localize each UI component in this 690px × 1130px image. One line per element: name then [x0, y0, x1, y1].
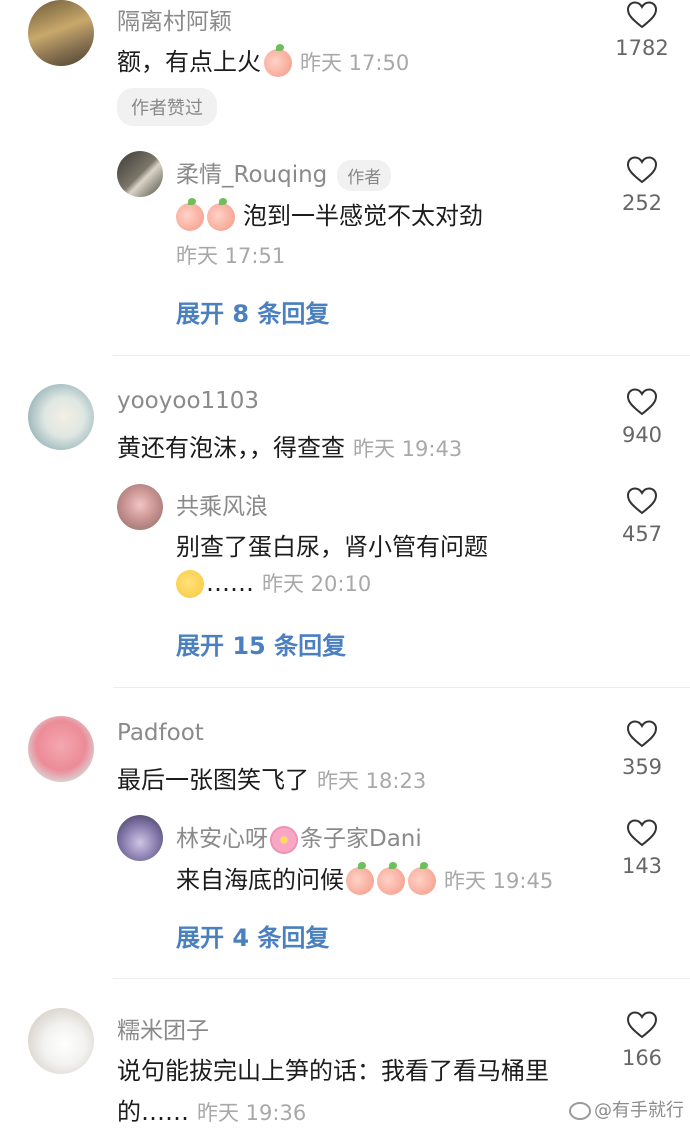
- reply-body: 来自海底的问候: [176, 866, 344, 894]
- peach-emoji-icon: [264, 44, 292, 77]
- like-button[interactable]: 166: [602, 1010, 682, 1070]
- avatar[interactable]: [28, 716, 94, 782]
- reply-username: 林安心呀 条子家Dani: [176, 819, 422, 854]
- crying-peach-emoji-icon: [408, 862, 436, 895]
- like-count: 166: [621, 1046, 663, 1070]
- avatar[interactable]: [117, 815, 163, 861]
- expand-replies-link[interactable]: 展开 8 条回复: [176, 294, 329, 329]
- avatar[interactable]: [117, 151, 163, 197]
- avatar[interactable]: [28, 0, 94, 66]
- comment-username[interactable]: Padfoot: [117, 720, 204, 746]
- heart-icon: [626, 819, 658, 847]
- divider: [113, 355, 690, 356]
- comment-time: 昨天 19:43: [353, 437, 463, 461]
- comment-text: 黄还有泡沫，，得查查 昨天 19:43: [117, 428, 462, 463]
- reply-time: 昨天 20:10: [262, 572, 372, 596]
- comment-username[interactable]: yooyoo1103: [117, 388, 259, 414]
- like-count: 457: [621, 522, 663, 546]
- crying-peach-emoji-icon: [176, 198, 204, 231]
- heart-icon: [626, 1011, 658, 1039]
- divider: [113, 687, 690, 688]
- comment-username[interactable]: 糯米团子: [117, 1011, 209, 1045]
- expand-replies-link[interactable]: 展开 15 条回复: [176, 626, 346, 661]
- avatar[interactable]: [117, 484, 163, 530]
- comment-text: 最后一张图笑飞了 昨天 18:23: [117, 760, 426, 795]
- heart-icon: [626, 156, 658, 184]
- crying-peach-emoji-icon: [377, 862, 405, 895]
- comment-username[interactable]: 隔离村阿颖: [117, 2, 232, 36]
- like-button[interactable]: 143: [602, 818, 682, 878]
- like-button[interactable]: 457: [602, 486, 682, 546]
- comment-time: 昨天 18:23: [317, 769, 427, 793]
- weibo-logo-icon: [569, 1102, 591, 1120]
- like-button[interactable]: 1782: [602, 0, 682, 60]
- author-liked-badge: 作者赞过: [117, 88, 217, 126]
- watermark-text: @有手就行: [594, 1100, 684, 1121]
- avatar[interactable]: [28, 1008, 94, 1074]
- author-tag: 作者: [337, 160, 392, 191]
- expand-replies-link[interactable]: 展开 4 条回复: [176, 918, 329, 953]
- comment-time: 昨天 19:36: [197, 1101, 307, 1125]
- like-button[interactable]: 359: [602, 719, 682, 779]
- heart-icon: [626, 388, 658, 416]
- reply-body: 泡到一半感觉不太对劲: [243, 202, 483, 230]
- divider: [113, 978, 690, 979]
- like-button[interactable]: 252: [602, 155, 682, 215]
- comment-time: 昨天 17:50: [300, 51, 410, 75]
- reply-time: 昨天 19:45: [444, 869, 554, 893]
- like-button[interactable]: 940: [602, 387, 682, 447]
- avatar[interactable]: [28, 384, 94, 450]
- comment-body-cont: 的……: [117, 1098, 189, 1126]
- like-count: 940: [621, 423, 663, 447]
- heart-icon: [626, 720, 658, 748]
- comment-body: 黄还有泡沫，，得查查: [117, 434, 345, 462]
- like-count: 359: [621, 755, 663, 779]
- reply-text-line2: …… 昨天 20:10: [176, 568, 371, 598]
- like-count: 143: [621, 854, 663, 878]
- reply-text: 来自海底的问候 昨天 19:45: [176, 860, 553, 895]
- heart-icon: [626, 487, 658, 515]
- reply-body-cont: ……: [206, 569, 254, 597]
- crying-peach-emoji-icon: [346, 862, 374, 895]
- reply-username-part1[interactable]: 林安心呀: [176, 826, 268, 852]
- reply-username-part2[interactable]: 条子家Dani: [300, 826, 422, 852]
- comment-body: 最后一张图笑飞了: [117, 766, 309, 794]
- crying-peach-emoji-icon: [207, 198, 235, 231]
- reply-time: 昨天 17:51: [176, 244, 286, 268]
- reply-text-line1: 别查了蛋白尿，肾小管有问题: [176, 533, 488, 561]
- comment-body: 额，有点上火: [117, 48, 261, 76]
- reply-username-text[interactable]: 柔情_Rouqing: [176, 162, 327, 188]
- comment-text-line1: 说句能拔完山上笋的话：我看了看马桶里: [117, 1057, 549, 1085]
- watermark: @有手就行: [569, 1096, 684, 1122]
- comment-text-line2: 的…… 昨天 19:36: [117, 1092, 306, 1127]
- reply-username[interactable]: 共乘风浪: [176, 487, 268, 521]
- raised-eyebrow-emoji-icon: [176, 570, 204, 598]
- heart-icon: [626, 1, 658, 29]
- like-count: 252: [621, 191, 663, 215]
- reply-username: 柔情_Rouqing 作者: [176, 155, 392, 191]
- comment-text: 额，有点上火 昨天 17:50: [117, 42, 409, 77]
- flower-emoji-icon: [270, 825, 298, 854]
- like-count: 1782: [615, 36, 669, 60]
- reply-text: 泡到一半感觉不太对劲: [176, 196, 483, 231]
